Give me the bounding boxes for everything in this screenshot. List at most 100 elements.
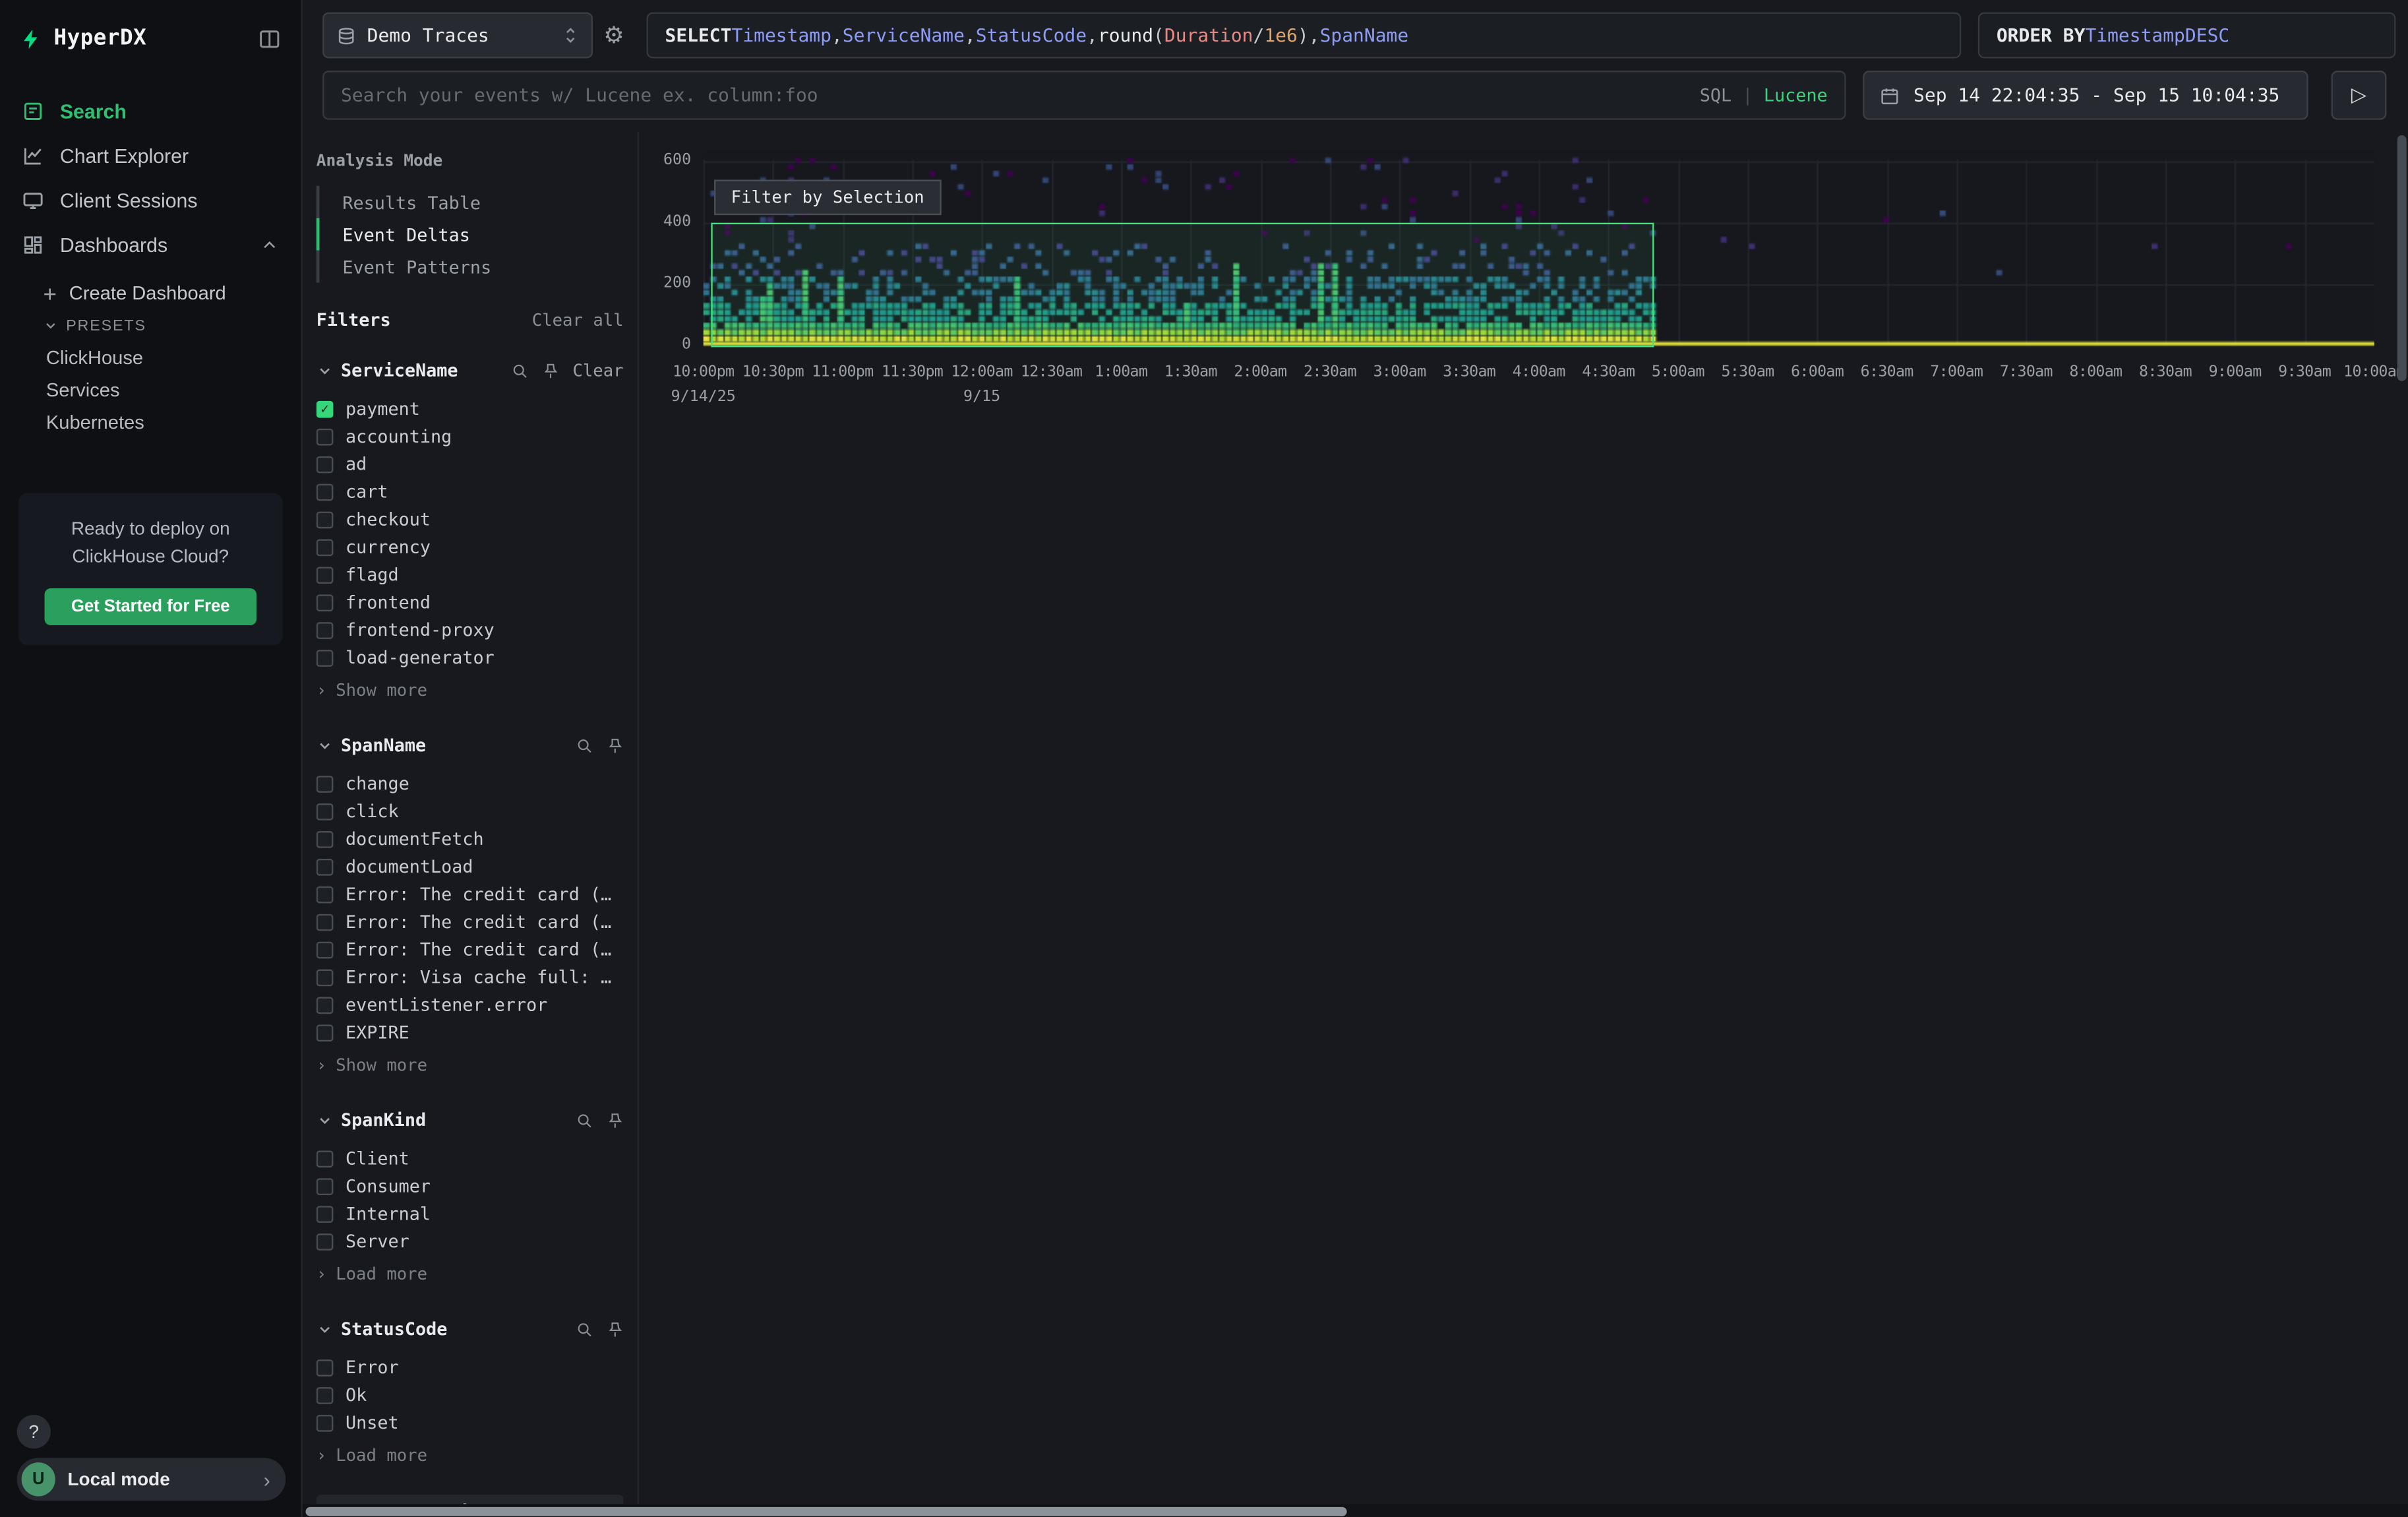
checkbox-icon[interactable] [316, 1177, 334, 1194]
facet-search-icon[interactable] [576, 1111, 593, 1129]
filter-value-row[interactable]: ✓payment [316, 395, 624, 423]
checkbox-icon[interactable] [316, 968, 334, 985]
sidebar-item-dashboards[interactable]: Dashboards [0, 223, 301, 268]
checkbox-icon[interactable] [316, 1205, 334, 1222]
filter-value-row[interactable]: change [316, 770, 624, 797]
filter-value-row[interactable]: click [316, 797, 624, 825]
facet-header-statuscode[interactable]: StatusCode [316, 1315, 624, 1343]
facet-search-icon[interactable] [576, 737, 593, 754]
chevron-up-icon[interactable] [260, 235, 280, 255]
help-button[interactable]: ? [17, 1415, 51, 1448]
presets-toggle[interactable]: PRESETS [0, 310, 301, 341]
facet-pin-icon[interactable] [607, 737, 624, 754]
checkbox-icon[interactable] [316, 456, 334, 473]
checkbox-icon[interactable] [316, 830, 334, 848]
checkbox-icon[interactable] [316, 649, 334, 666]
checkbox-icon[interactable] [316, 1414, 334, 1431]
checkbox-icon[interactable] [316, 483, 334, 501]
facet-search-icon[interactable] [511, 362, 528, 379]
filter-value-row[interactable]: documentFetch [316, 825, 624, 853]
facet-pin-icon[interactable] [607, 1320, 624, 1338]
facet-clear-button[interactable]: Clear [572, 360, 623, 380]
filter-value-row[interactable]: frontend-proxy [316, 616, 624, 644]
checkbox-icon[interactable] [316, 428, 334, 445]
sidebar-collapse-icon[interactable] [258, 27, 281, 50]
checkbox-icon[interactable] [316, 566, 334, 583]
facet-header-servicename[interactable]: ServiceNameClear [316, 356, 624, 384]
filter-value-row[interactable]: currency [316, 533, 624, 561]
analysis-mode-results-table[interactable]: Results Table [316, 186, 624, 218]
vertical-scrollbar-thumb[interactable] [2397, 135, 2407, 381]
facet-search-icon[interactable] [576, 1320, 593, 1338]
chart-selection-region[interactable] [711, 223, 1654, 348]
checkbox-icon[interactable] [316, 941, 334, 958]
filter-value-row[interactable]: Error: The credit card (… [316, 881, 624, 908]
show-more-button[interactable]: ›Show more [316, 674, 624, 705]
checkbox-icon[interactable] [316, 1386, 334, 1404]
clear-all-button[interactable]: Clear all [532, 309, 624, 329]
run-query-button[interactable]: ▷ [2332, 71, 2387, 120]
filter-by-selection-button[interactable]: Filter by Selection [714, 180, 941, 216]
checkbox-icon[interactable] [316, 1359, 334, 1376]
checkbox-icon[interactable] [316, 621, 334, 638]
get-started-button[interactable]: Get Started for Free [45, 588, 256, 625]
filter-value-row[interactable]: Error: The credit card (… [316, 935, 624, 963]
filter-value-row[interactable]: Error [316, 1353, 624, 1381]
local-mode-menu[interactable]: U Local mode › [17, 1458, 286, 1501]
sidebar-item-search[interactable]: Search [0, 89, 301, 134]
filter-value-row[interactable]: accounting [316, 423, 624, 450]
order-by-field[interactable]: ORDER BY Timestamp DESC [1978, 13, 2396, 59]
checkbox-icon[interactable] [316, 775, 334, 792]
analysis-mode-event-patterns[interactable]: Event Patterns [316, 251, 624, 283]
filter-value-row[interactable]: Error: Visa cache full: … [316, 963, 624, 991]
search-input[interactable] [322, 71, 1846, 120]
facet-pin-icon[interactable] [607, 1111, 624, 1129]
filter-value-row[interactable]: Ok [316, 1381, 624, 1409]
filter-value-row[interactable]: ad [316, 450, 624, 478]
filter-value-row[interactable]: Unset [316, 1409, 624, 1437]
date-range-picker[interactable]: Sep 14 22:04:35 - Sep 15 10:04:35 [1863, 71, 2308, 120]
analysis-mode-event-deltas[interactable]: Event Deltas [316, 218, 624, 251]
filter-value-row[interactable]: EXPIRE [316, 1018, 624, 1046]
filter-value-row[interactable]: frontend [316, 588, 624, 616]
checkbox-icon[interactable] [316, 996, 334, 1013]
checkbox-icon[interactable] [316, 858, 334, 875]
checkbox-icon[interactable] [316, 1233, 334, 1250]
sidebar-item-clickhouse[interactable]: ClickHouse [0, 341, 301, 373]
checkbox-icon[interactable] [316, 594, 334, 611]
filter-value-row[interactable]: Internal [316, 1200, 624, 1227]
load-more-button[interactable]: ›Load more [316, 1258, 624, 1289]
create-dashboard-button[interactable]: Create Dashboard [0, 276, 301, 310]
facet-header-spankind[interactable]: SpanKind [316, 1106, 624, 1134]
filter-value-row[interactable]: checkout [316, 505, 624, 533]
source-select[interactable]: Demo Traces [322, 13, 593, 59]
filter-value-row[interactable]: load-generator [316, 644, 624, 671]
filter-value-row[interactable]: cart [316, 478, 624, 505]
checkbox-icon[interactable] [316, 1150, 334, 1167]
lucene-toggle[interactable]: Lucene [1764, 84, 1828, 106]
checkbox-icon[interactable] [316, 803, 334, 820]
filter-value-row[interactable]: Consumer [316, 1172, 624, 1200]
show-more-button[interactable]: ›Show more [316, 1049, 624, 1080]
filter-value-row[interactable]: Server [316, 1227, 624, 1255]
filter-value-row[interactable]: Client [316, 1144, 624, 1172]
checkbox-icon[interactable] [316, 511, 334, 528]
horizontal-scrollbar-thumb[interactable] [305, 1507, 1346, 1516]
sql-select-field[interactable]: SELECT Timestamp, ServiceName, StatusCod… [647, 13, 1962, 59]
sidebar-item-kubernetes[interactable]: Kubernetes [0, 406, 301, 438]
facet-header-spanname[interactable]: SpanName [316, 731, 624, 759]
sidebar-item-services[interactable]: Services [0, 373, 301, 406]
sidebar-item-client-sessions[interactable]: Client Sessions [0, 178, 301, 223]
gear-icon[interactable]: ⚙ [603, 22, 624, 49]
checkbox-icon[interactable] [316, 886, 334, 903]
sidebar-item-chart-explorer[interactable]: Chart Explorer [0, 134, 301, 179]
load-more-button[interactable]: ›Load more [316, 1439, 624, 1470]
sql-toggle[interactable]: SQL [1700, 84, 1731, 106]
filter-value-row[interactable]: documentLoad [316, 853, 624, 881]
filter-value-row[interactable]: Error: The credit card (… [316, 908, 624, 935]
checkbox-checked-icon[interactable]: ✓ [316, 400, 334, 418]
filter-value-row[interactable]: flagd [316, 561, 624, 588]
filter-value-row[interactable]: eventListener.error [316, 991, 624, 1018]
checkbox-icon[interactable] [316, 913, 334, 931]
checkbox-icon[interactable] [316, 1024, 334, 1041]
